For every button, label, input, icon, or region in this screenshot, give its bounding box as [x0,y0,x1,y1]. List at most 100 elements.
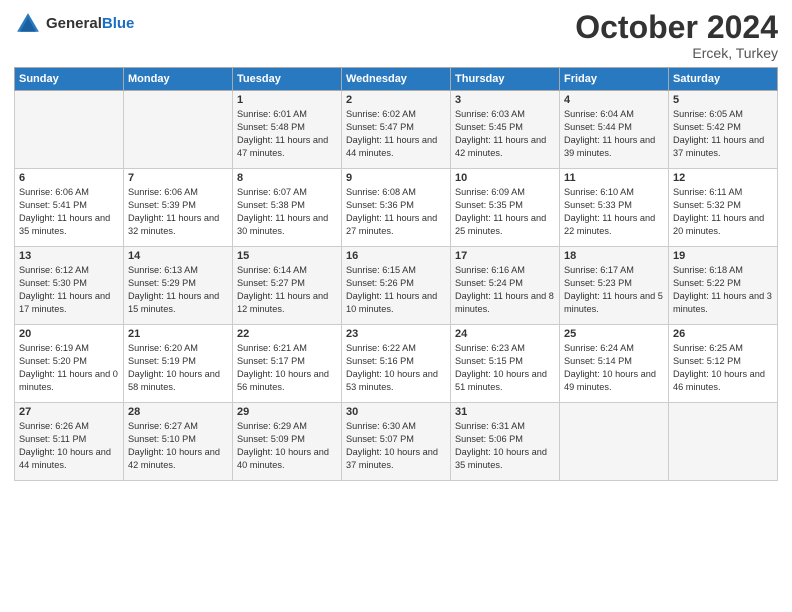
cell-content: Sunrise: 6:07 AMSunset: 5:38 PMDaylight:… [237,187,328,236]
cell-content: Sunrise: 6:06 AMSunset: 5:39 PMDaylight:… [128,187,219,236]
header-row: SundayMondayTuesdayWednesdayThursdayFrid… [15,68,778,91]
day-number: 4 [564,94,664,106]
day-number: 30 [346,406,446,418]
calendar-cell: 17 Sunrise: 6:16 AMSunset: 5:24 PMDayligh… [451,247,560,325]
day-number: 24 [455,328,555,340]
cell-content: Sunrise: 6:23 AMSunset: 5:15 PMDaylight:… [455,343,547,392]
calendar-cell: 4 Sunrise: 6:04 AMSunset: 5:44 PMDaylight… [560,91,669,169]
calendar-cell: 7 Sunrise: 6:06 AMSunset: 5:39 PMDaylight… [124,169,233,247]
calendar-cell: 5 Sunrise: 6:05 AMSunset: 5:42 PMDaylight… [669,91,778,169]
cell-content: Sunrise: 6:16 AMSunset: 5:24 PMDaylight:… [455,265,554,314]
calendar-cell: 10Sunrise: 6:09 AMSunset: 5:35 PMDayligh… [451,169,560,247]
day-number: 12 [673,172,773,184]
cell-content: Sunrise: 6:19 AMSunset: 5:20 PMDaylight:… [19,343,118,392]
day-number: 25 [564,328,664,340]
calendar-cell: 22Sunrise: 6:21 AMSunset: 5:17 PMDayligh… [233,325,342,403]
calendar-cell: 30 Sunrise: 6:30 AMSunset: 5:07 PMDayligh… [342,403,451,481]
cell-content: Sunrise: 6:13 AMSunset: 5:29 PMDaylight:… [128,265,219,314]
logo-general: GeneralBlue [46,15,134,33]
cell-content: Sunrise: 6:17 AMSunset: 5:23 PMDaylight:… [564,265,663,314]
day-header-friday: Friday [560,68,669,91]
cell-content: Sunrise: 6:18 AMSunset: 5:22 PMDaylight:… [673,265,772,314]
cell-content: Sunrise: 6:05 AMSunset: 5:42 PMDaylight:… [673,109,764,158]
day-number: 16 [346,250,446,262]
logo: GeneralBlue [14,10,134,38]
cell-content: Sunrise: 6:06 AMSunset: 5:41 PMDaylight:… [19,187,110,236]
day-number: 8 [237,172,337,184]
cell-content: Sunrise: 6:29 AMSunset: 5:09 PMDaylight:… [237,421,329,470]
week-row-4: 20 Sunrise: 6:19 AMSunset: 5:20 PMDayligh… [15,325,778,403]
cell-content: Sunrise: 6:25 AMSunset: 5:12 PMDaylight:… [673,343,765,392]
calendar-cell [669,403,778,481]
cell-content: Sunrise: 6:09 AMSunset: 5:35 PMDaylight:… [455,187,546,236]
calendar-cell: 1Sunrise: 6:01 AMSunset: 5:48 PMDaylight… [233,91,342,169]
logo-text: GeneralBlue [46,15,134,33]
day-number: 9 [346,172,446,184]
calendar-cell: 28Sunrise: 6:27 AMSunset: 5:10 PMDayligh… [124,403,233,481]
day-number: 23 [346,328,446,340]
calendar-cell: 31Sunrise: 6:31 AMSunset: 5:06 PMDayligh… [451,403,560,481]
calendar-cell: 24 Sunrise: 6:23 AMSunset: 5:15 PMDayligh… [451,325,560,403]
calendar-cell: 25 Sunrise: 6:24 AMSunset: 5:14 PMDayligh… [560,325,669,403]
calendar-cell [124,91,233,169]
week-row-3: 13Sunrise: 6:12 AMSunset: 5:30 PMDayligh… [15,247,778,325]
day-number: 11 [564,172,664,184]
cell-content: Sunrise: 6:20 AMSunset: 5:19 PMDaylight:… [128,343,220,392]
day-number: 15 [237,250,337,262]
day-number: 27 [19,406,119,418]
calendar-cell [560,403,669,481]
day-header-thursday: Thursday [451,68,560,91]
cell-content: Sunrise: 6:24 AMSunset: 5:14 PMDaylight:… [564,343,656,392]
calendar-table: SundayMondayTuesdayWednesdayThursdayFrid… [14,67,778,481]
calendar-cell: 29 Sunrise: 6:29 AMSunset: 5:09 PMDayligh… [233,403,342,481]
day-number: 20 [19,328,119,340]
month-title: October 2024 [575,10,778,45]
day-header-wednesday: Wednesday [342,68,451,91]
calendar-cell: 26Sunrise: 6:25 AMSunset: 5:12 PMDayligh… [669,325,778,403]
day-header-sunday: Sunday [15,68,124,91]
calendar-cell: 9 Sunrise: 6:08 AMSunset: 5:36 PMDaylight… [342,169,451,247]
day-number: 1 [237,94,337,106]
cell-content: Sunrise: 6:03 AMSunset: 5:45 PMDaylight:… [455,109,546,158]
calendar-cell: 6 Sunrise: 6:06 AMSunset: 5:41 PMDaylight… [15,169,124,247]
day-number: 13 [19,250,119,262]
calendar-cell: 11 Sunrise: 6:10 AMSunset: 5:33 PMDayligh… [560,169,669,247]
calendar-cell: 12 Sunrise: 6:11 AMSunset: 5:32 PMDayligh… [669,169,778,247]
day-number: 2 [346,94,446,106]
calendar-cell: 2 Sunrise: 6:02 AMSunset: 5:47 PMDaylight… [342,91,451,169]
day-number: 29 [237,406,337,418]
day-header-tuesday: Tuesday [233,68,342,91]
day-number: 31 [455,406,555,418]
calendar-cell: 14Sunrise: 6:13 AMSunset: 5:29 PMDayligh… [124,247,233,325]
calendar-cell: 23 Sunrise: 6:22 AMSunset: 5:16 PMDayligh… [342,325,451,403]
calendar-cell: 27 Sunrise: 6:26 AMSunset: 5:11 PMDayligh… [15,403,124,481]
day-number: 19 [673,250,773,262]
cell-content: Sunrise: 6:04 AMSunset: 5:44 PMDaylight:… [564,109,655,158]
calendar-cell: 21 Sunrise: 6:20 AMSunset: 5:19 PMDayligh… [124,325,233,403]
calendar-cell: 16Sunrise: 6:15 AMSunset: 5:26 PMDayligh… [342,247,451,325]
location: Ercek, Turkey [575,45,778,61]
title-section: October 2024 Ercek, Turkey [575,10,778,61]
day-number: 22 [237,328,337,340]
calendar-cell: 20 Sunrise: 6:19 AMSunset: 5:20 PMDayligh… [15,325,124,403]
calendar-cell: 18 Sunrise: 6:17 AMSunset: 5:23 PMDayligh… [560,247,669,325]
cell-content: Sunrise: 6:26 AMSunset: 5:11 PMDaylight:… [19,421,111,470]
header: GeneralBlue October 2024 Ercek, Turkey [14,10,778,61]
day-number: 17 [455,250,555,262]
day-number: 7 [128,172,228,184]
day-number: 6 [19,172,119,184]
day-number: 5 [673,94,773,106]
day-number: 21 [128,328,228,340]
day-header-saturday: Saturday [669,68,778,91]
day-number: 18 [564,250,664,262]
cell-content: Sunrise: 6:30 AMSunset: 5:07 PMDaylight:… [346,421,438,470]
cell-content: Sunrise: 6:10 AMSunset: 5:33 PMDaylight:… [564,187,655,236]
calendar-cell [15,91,124,169]
cell-content: Sunrise: 6:08 AMSunset: 5:36 PMDaylight:… [346,187,437,236]
week-row-2: 6 Sunrise: 6:06 AMSunset: 5:41 PMDaylight… [15,169,778,247]
week-row-1: 1Sunrise: 6:01 AMSunset: 5:48 PMDaylight… [15,91,778,169]
cell-content: Sunrise: 6:14 AMSunset: 5:27 PMDaylight:… [237,265,328,314]
cell-content: Sunrise: 6:02 AMSunset: 5:47 PMDaylight:… [346,109,437,158]
cell-content: Sunrise: 6:11 AMSunset: 5:32 PMDaylight:… [673,187,764,236]
cell-content: Sunrise: 6:22 AMSunset: 5:16 PMDaylight:… [346,343,438,392]
